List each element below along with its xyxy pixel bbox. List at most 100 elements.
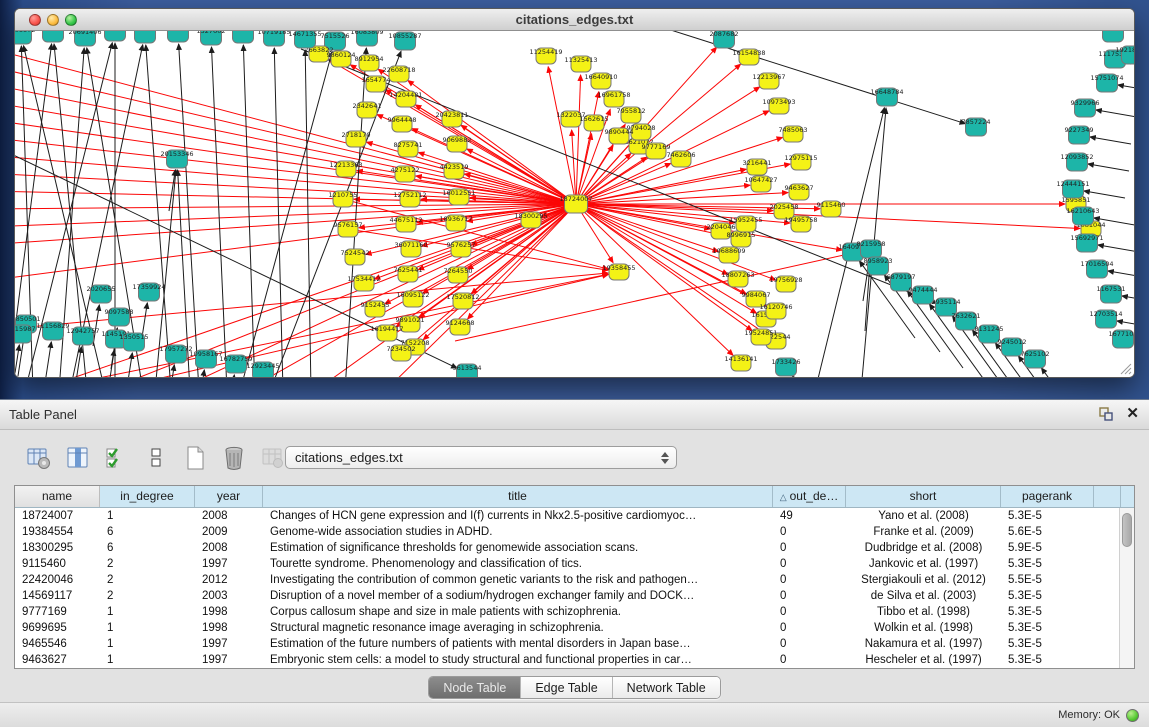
network-node[interactable]: 15751074 [1090, 74, 1123, 92]
network-node[interactable]: 17359924 [132, 283, 165, 301]
table-cell[interactable]: 0 [773, 604, 846, 620]
network-node[interactable]: 11254419 [529, 48, 562, 64]
table-cell[interactable]: 9463627 [15, 652, 100, 668]
network-node[interactable]: 1677102 [1109, 330, 1134, 348]
network-node[interactable]: 7955812 [617, 107, 646, 123]
network-node[interactable]: 7485063 [779, 126, 808, 142]
table-cell[interactable]: 0 [773, 620, 846, 636]
table-cell[interactable]: 5.9E-5 [1001, 540, 1094, 556]
table-cell[interactable]: 5.3E-5 [1001, 588, 1094, 604]
table-cell[interactable]: 1 [100, 604, 195, 620]
table-cell[interactable]: 2008 [195, 508, 263, 524]
table-cell[interactable]: 1 [100, 508, 195, 524]
network-node[interactable]: 8912954 [355, 55, 384, 71]
tab-node-table[interactable]: Node Table [429, 677, 521, 698]
network-node[interactable]: 11325413 [564, 56, 597, 72]
network-node[interactable]: 1733426 [772, 358, 801, 376]
table-cell[interactable] [1094, 540, 1121, 556]
table-cell[interactable]: 1 [100, 636, 195, 652]
network-node[interactable]: 14204481 [389, 91, 422, 107]
network-edge[interactable] [792, 376, 848, 377]
table-cell[interactable]: Dudbridge et al. (2008) [846, 540, 1001, 556]
network-edge[interactable] [655, 31, 966, 124]
network-node[interactable]: 19495758 [784, 216, 817, 232]
network-edge[interactable] [408, 81, 576, 204]
network-edge[interactable] [1108, 271, 1134, 278]
network-node[interactable]: 8275741 [394, 141, 423, 157]
column-header-out_de…[interactable]: △out_de… [773, 486, 846, 507]
table-cell[interactable]: 2012 [195, 572, 263, 588]
table-cell[interactable]: 1997 [195, 652, 263, 668]
table-cell[interactable] [1094, 572, 1121, 588]
table-cell[interactable]: Wolkin et al. (1998) [846, 620, 1001, 636]
table-cell[interactable]: 1997 [195, 636, 263, 652]
table-cell[interactable]: Corpus callosum shape and size in male p… [263, 604, 773, 620]
table-row[interactable]: 969969511998Structural magnetic resonanc… [15, 620, 1134, 636]
table-row[interactable]: 1872400712008Changes of HCN gene express… [15, 508, 1134, 524]
network-edge[interactable] [15, 65, 576, 204]
network-edge[interactable] [146, 45, 171, 377]
table-settings-button[interactable] [24, 443, 54, 473]
network-node[interactable]: 10653287 [161, 31, 194, 42]
network-window[interactable]: citations_edges.txt 10810441145191116753… [14, 8, 1135, 378]
network-node[interactable]: 16194417 [370, 325, 403, 341]
table-cell[interactable]: 5.3E-5 [1001, 556, 1094, 572]
table-panel-header[interactable]: Table Panel ✕ [0, 400, 1149, 430]
network-node[interactable]: 9115460 [817, 201, 846, 217]
network-node[interactable]: 19358455 [602, 264, 635, 280]
table-cell[interactable] [1094, 556, 1121, 572]
network-node[interactable]: 9124668 [446, 319, 475, 335]
table-cell[interactable]: 6 [100, 524, 195, 540]
column-header-title[interactable]: title [263, 486, 773, 507]
network-node[interactable]: 12975115 [784, 154, 817, 170]
row-height-button[interactable] [141, 443, 171, 473]
network-node[interactable]: 12213967 [752, 73, 785, 89]
table-cell[interactable]: 2009 [195, 524, 263, 540]
network-node[interactable]: 11156829 [36, 322, 69, 340]
network-node[interactable]: 16648784 [870, 88, 903, 106]
network-edge[interactable] [1041, 368, 1097, 377]
network-node[interactable]: 9097588 [105, 308, 134, 326]
network-edge[interactable] [1117, 321, 1134, 328]
network-node[interactable]: 14055724 [36, 31, 69, 42]
network-node[interactable]: 2405572 [15, 31, 35, 44]
table-cell[interactable]: Investigating the contribution of common… [263, 572, 773, 588]
table-cell[interactable]: 1998 [195, 620, 263, 636]
table-cell[interactable] [1094, 620, 1121, 636]
network-edge[interactable] [45, 342, 51, 377]
column-header-filler[interactable] [1094, 486, 1121, 507]
table-cell[interactable]: Disruption of a novel member of a sodium… [263, 588, 773, 604]
table-cell[interactable]: 5.3E-5 [1001, 652, 1094, 668]
table-cell[interactable]: 1997 [195, 556, 263, 572]
resize-grip-icon[interactable] [1118, 361, 1132, 375]
network-node[interactable]: 7264550 [444, 267, 473, 283]
table-cell[interactable] [1094, 636, 1121, 652]
table-cell[interactable]: 0 [773, 652, 846, 668]
network-node[interactable]: 13754350 [128, 31, 161, 43]
network-node[interactable]: 16095122 [396, 291, 429, 307]
table-cell[interactable]: 5.3E-5 [1001, 604, 1094, 620]
select-rows-button[interactable] [102, 443, 132, 473]
network-node[interactable]: 12093852 [1060, 153, 1093, 171]
table-cell[interactable] [1094, 508, 1121, 524]
table-cell[interactable]: 5.3E-5 [1001, 620, 1094, 636]
table-cell[interactable]: 14569117 [15, 588, 100, 604]
network-edge[interactable] [15, 204, 576, 209]
network-node[interactable]: 10855287 [388, 32, 421, 50]
network-node[interactable]: 8813054 [1099, 31, 1128, 42]
table-cell[interactable]: 0 [773, 636, 846, 652]
network-node[interactable]: 2718170 [342, 131, 371, 147]
table-cell[interactable]: 19384554 [15, 524, 100, 540]
delete-table-button[interactable] [219, 443, 249, 473]
network-view[interactable]: 1081044114519111675311210755132203713505… [15, 31, 1134, 377]
table-cell[interactable]: 18724007 [15, 508, 100, 524]
network-node[interactable]: 19756928 [769, 276, 802, 292]
network-edge[interactable] [1122, 296, 1134, 303]
network-node[interactable]: 14136141 [724, 355, 757, 371]
network-edge[interactable] [15, 173, 576, 204]
tab-network-table[interactable]: Network Table [613, 677, 720, 698]
column-header-year[interactable]: year [195, 486, 263, 507]
network-node[interactable]: 9245012 [998, 338, 1027, 356]
network-node[interactable]: 8996915 [727, 231, 756, 247]
table-cell[interactable]: Genome-wide association studies in ADHD. [263, 524, 773, 540]
